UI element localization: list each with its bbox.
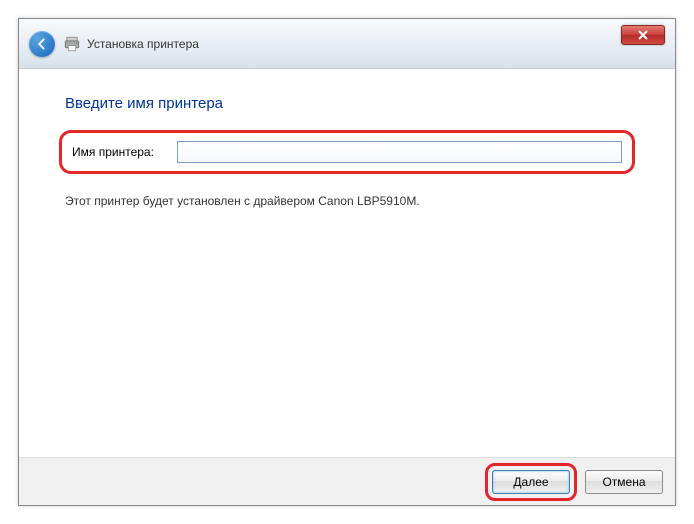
window-title: Установка принтера — [87, 37, 199, 51]
next-highlight: Далее — [485, 463, 577, 501]
driver-info-text: Этот принтер будет установлен с драйверо… — [65, 194, 635, 208]
wizard-window: Установка принтера Введите имя принтера … — [18, 18, 676, 506]
footer: Далее Отмена — [19, 457, 675, 505]
printer-icon — [63, 35, 81, 53]
printer-name-row: Имя принтера: — [59, 130, 635, 174]
printer-name-label: Имя принтера: — [72, 145, 177, 159]
titlebar: Установка принтера — [19, 19, 675, 69]
arrow-left-icon — [35, 37, 49, 51]
close-icon — [638, 30, 648, 40]
back-button[interactable] — [29, 31, 55, 57]
next-button[interactable]: Далее — [492, 470, 570, 494]
cancel-button[interactable]: Отмена — [585, 470, 663, 494]
printer-name-input[interactable] — [177, 141, 622, 163]
close-button[interactable] — [621, 25, 665, 45]
page-heading: Введите имя принтера — [65, 95, 635, 112]
content-area: Введите имя принтера Имя принтера: Этот … — [19, 69, 675, 457]
